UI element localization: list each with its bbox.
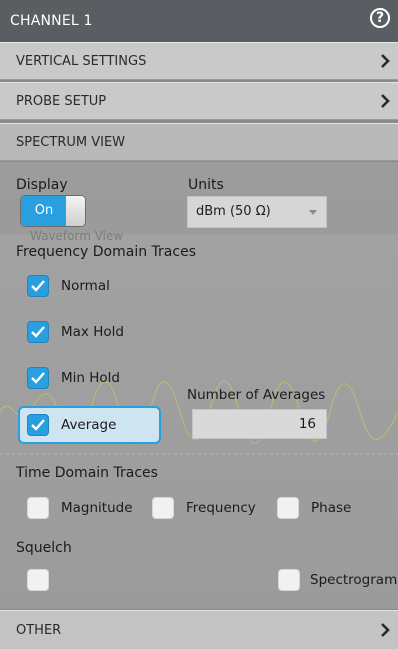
min-hold-label: Min Hold (61, 370, 120, 386)
section-probe-setup[interactable]: PROBE SETUP (0, 82, 398, 120)
squelch-checkbox[interactable] (27, 569, 49, 591)
chevron-right-icon (381, 54, 390, 68)
phase-checkbox-row[interactable]: Phase (277, 497, 351, 519)
section-other[interactable]: OTHER (0, 610, 398, 649)
frequency-checkbox-row[interactable]: Frequency (152, 497, 256, 519)
check-icon (31, 372, 45, 384)
frequency-label: Frequency (186, 500, 256, 516)
chevron-down-icon (309, 210, 317, 215)
toggle-on-label: On (21, 196, 67, 226)
spectrogram-checkbox-row[interactable]: Spectrogram (278, 569, 397, 591)
section-vertical-settings[interactable]: VERTICAL SETTINGS (0, 42, 398, 80)
channel-panel: CHANNEL 1 ? VERTICAL SETTINGS PROBE SETU… (0, 0, 398, 649)
units-selected-value: dBm (50 Ω) (196, 204, 271, 219)
magnitude-label: Magnitude (61, 500, 133, 516)
number-of-averages-input[interactable]: 16 (192, 409, 327, 439)
max-hold-checkbox-row[interactable]: Max Hold (27, 321, 124, 343)
frequency-domain-label: Frequency Domain Traces (16, 244, 196, 260)
check-icon (31, 419, 45, 431)
normal-checkbox-row[interactable]: Normal (27, 275, 110, 297)
display-toggle[interactable]: On (20, 195, 86, 227)
magnitude-checkbox-row[interactable]: Magnitude (27, 497, 133, 519)
chevron-right-icon (381, 94, 390, 108)
spectrogram-checkbox[interactable] (278, 569, 300, 591)
units-select[interactable]: dBm (50 Ω) (187, 196, 327, 228)
normal-checkbox[interactable] (27, 275, 49, 297)
check-icon (31, 326, 45, 338)
check-icon (31, 280, 45, 292)
waveform-view-bg-label: Waveform View (30, 229, 124, 243)
section-spectrum-view[interactable]: SPECTRUM VIEW (0, 123, 398, 161)
magnitude-checkbox[interactable] (27, 497, 49, 519)
squelch-checkbox-row[interactable] (27, 569, 49, 591)
section-label: VERTICAL SETTINGS (16, 53, 147, 69)
average-label: Average (61, 417, 117, 433)
average-checkbox-row[interactable]: Average (27, 414, 116, 436)
time-domain-label: Time Domain Traces (16, 465, 158, 481)
phase-checkbox[interactable] (277, 497, 299, 519)
section-label: PROBE SETUP (16, 93, 107, 109)
units-label: Units (188, 177, 224, 193)
help-icon[interactable]: ? (370, 8, 390, 28)
min-hold-checkbox-row[interactable]: Min Hold (27, 367, 120, 389)
min-hold-checkbox[interactable] (27, 367, 49, 389)
toggle-knob (65, 196, 85, 226)
average-checkbox[interactable] (27, 414, 49, 436)
display-label: Display (16, 177, 68, 193)
number-of-averages-label: Number of Averages (187, 387, 326, 403)
panel-header: CHANNEL 1 ? (0, 0, 398, 42)
phase-label: Phase (311, 500, 352, 516)
max-hold-label: Max Hold (61, 324, 124, 340)
normal-label: Normal (61, 278, 110, 294)
section-label: OTHER (16, 622, 62, 638)
chevron-right-icon (381, 623, 390, 637)
squelch-label: Squelch (16, 540, 72, 556)
section-label: SPECTRUM VIEW (16, 134, 126, 150)
panel-title: CHANNEL 1 (10, 13, 93, 29)
max-hold-checkbox[interactable] (27, 321, 49, 343)
frequency-checkbox[interactable] (152, 497, 174, 519)
spectrogram-label: Spectrogram (310, 572, 398, 588)
